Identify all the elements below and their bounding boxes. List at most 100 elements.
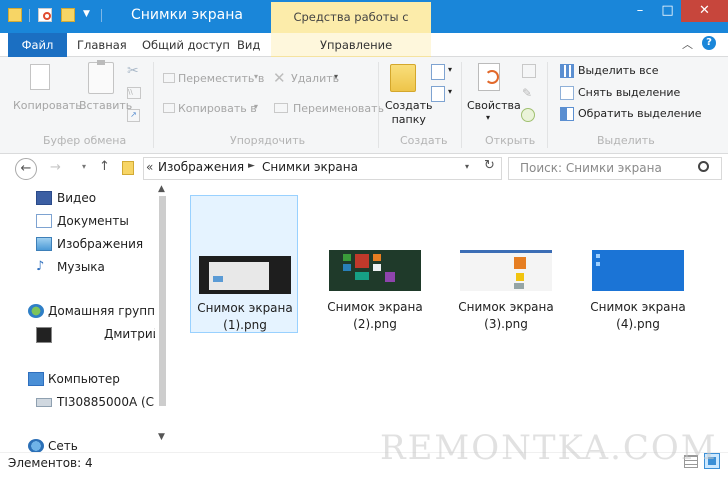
scroll-up-icon[interactable]: ▲ [158, 184, 165, 194]
nav-item-video[interactable]: Видео [0, 188, 168, 210]
copy-button[interactable]: Копировать [13, 99, 82, 112]
nav-label: Изображения [57, 237, 144, 251]
nav-item-user[interactable]: Дмитрий [0, 324, 168, 346]
file-name: Снимок экрана (4).png [590, 300, 686, 331]
file-item[interactable]: Снимок экрана (1).png [190, 195, 298, 333]
scroll-down-icon[interactable]: ▼ [158, 432, 165, 442]
delete-dropdown-icon[interactable]: ▾ [334, 72, 338, 81]
image-thumbnail [592, 250, 684, 291]
properties-dropdown-icon[interactable]: ▾ [486, 113, 490, 122]
breadcrumb-arrow-icon[interactable]: ► [248, 161, 255, 171]
delete-button[interactable]: Удалить [291, 72, 339, 85]
close-button[interactable]: ✕ [681, 0, 728, 22]
new-item-icon[interactable] [431, 64, 445, 80]
new-item-dropdown-icon[interactable]: ▾ [448, 65, 452, 74]
group-label-open: Открыть [485, 134, 536, 147]
history-icon[interactable] [521, 108, 535, 122]
video-icon [36, 191, 52, 205]
search-icon[interactable] [698, 161, 709, 172]
select-all-icon [560, 64, 574, 78]
copy-path-icon[interactable]: \\ [127, 87, 141, 99]
tab-file[interactable]: Файл [8, 33, 67, 57]
file-item[interactable]: Снимок экрана (4).png [584, 195, 692, 333]
select-none-button[interactable]: Снять выделение [578, 86, 680, 99]
paste-shortcut-icon[interactable]: ↗ [127, 109, 140, 122]
forward-button[interactable]: → [50, 160, 61, 175]
tab-home[interactable]: Главная [77, 33, 127, 57]
scroll-thumb[interactable] [159, 196, 166, 406]
file-name: Снимок экрана (2).png [327, 300, 423, 331]
breadcrumb-pictures[interactable]: Изображения [158, 160, 244, 174]
open-icon[interactable] [522, 64, 536, 78]
context-tab-picture-tools: Средства работы с рисунками [271, 2, 431, 55]
nav-label: Компьютер [48, 372, 120, 386]
breadcrumb-screenshots[interactable]: Снимки экрана [262, 160, 358, 174]
up-button[interactable]: ↑ [99, 159, 110, 174]
homegroup-icon [28, 304, 44, 318]
file-name: Снимок экрана (1).png [197, 301, 293, 332]
nav-scrollbar[interactable]: ▲ ▼ [155, 184, 170, 448]
help-icon[interactable]: ? [702, 36, 716, 50]
image-thumbnail [460, 250, 552, 291]
quick-access-dropdown-icon[interactable]: ▼ [83, 9, 90, 19]
select-none-icon [560, 86, 574, 100]
folder-icon [122, 161, 134, 175]
nav-item-computer[interactable]: Компьютер [0, 369, 168, 391]
nav-label: Сеть [48, 439, 78, 453]
computer-icon [28, 372, 44, 386]
paste-button[interactable]: Вставить [79, 99, 132, 112]
nav-label: Дмитрий [104, 327, 161, 341]
edit-icon[interactable]: ✎ [522, 86, 532, 100]
collapse-ribbon-icon[interactable]: ︿ [682, 36, 693, 52]
easy-access-dropdown-icon[interactable]: ▾ [448, 87, 452, 96]
minimize-button[interactable]: – [626, 0, 654, 22]
paste-icon [88, 60, 114, 94]
copy-to-dropdown-icon[interactable]: ▾ [254, 102, 258, 111]
refresh-icon[interactable]: ↻ [484, 158, 495, 173]
file-item[interactable]: Снимок экрана (2).png [321, 195, 429, 333]
nav-item-pictures[interactable]: Изображения [0, 234, 168, 256]
tab-view[interactable]: Вид [237, 33, 260, 57]
file-item[interactable]: Снимок экрана (3).png [452, 195, 560, 333]
new-folder-button[interactable]: Создать папку [385, 99, 433, 127]
recent-dropdown-icon[interactable]: ▾ [82, 162, 86, 171]
select-all-button[interactable]: Выделить все [578, 64, 658, 77]
item-count: Элементов: 4 [8, 456, 93, 470]
title-separator [101, 9, 102, 22]
group-divider [461, 62, 462, 148]
nav-item-homegroup[interactable]: Домашняя группа [0, 301, 168, 323]
breadcrumb-overflow[interactable]: « [146, 160, 153, 174]
properties-icon[interactable] [38, 8, 52, 22]
group-divider [547, 62, 548, 148]
delete-icon: ✕ [273, 69, 286, 87]
network-icon [28, 439, 44, 453]
nav-label: Документы [57, 214, 129, 228]
properties-button[interactable]: Свойства [467, 99, 521, 112]
address-dropdown-icon[interactable]: ▾ [465, 162, 469, 171]
rename-button[interactable]: Переименовать [293, 102, 384, 115]
back-button[interactable]: ← [15, 158, 37, 180]
title-separator [29, 9, 30, 22]
move-to-icon [163, 73, 175, 83]
tab-share[interactable]: Общий доступ [142, 33, 230, 57]
nav-item-drive-c[interactable]: TI30885000A (C:) [0, 392, 168, 414]
easy-access-icon[interactable] [431, 86, 445, 102]
maximize-button[interactable]: □ [654, 0, 681, 22]
invert-selection-icon [560, 107, 574, 121]
avatar [36, 327, 52, 343]
group-label-clipboard: Буфер обмена [43, 134, 127, 147]
music-icon: ♪ [36, 259, 45, 274]
copy-to-button[interactable]: Копировать в [178, 102, 257, 115]
nav-label: Видео [57, 191, 97, 205]
nav-item-documents[interactable]: Документы [0, 211, 168, 233]
cut-icon[interactable]: ✂ [127, 63, 139, 79]
nav-label: Домашняя группа [48, 304, 163, 318]
move-to-dropdown-icon[interactable]: ▾ [254, 72, 258, 81]
new-folder-icon[interactable] [61, 8, 75, 22]
invert-selection-button[interactable]: Обратить выделение [578, 107, 702, 120]
image-thumbnail [199, 256, 291, 294]
tab-manage[interactable]: Управление [320, 33, 392, 57]
move-to-button[interactable]: Переместить в [178, 72, 264, 85]
new-folder-icon [390, 64, 416, 92]
nav-item-music[interactable]: ♪ Музыка [0, 257, 168, 279]
